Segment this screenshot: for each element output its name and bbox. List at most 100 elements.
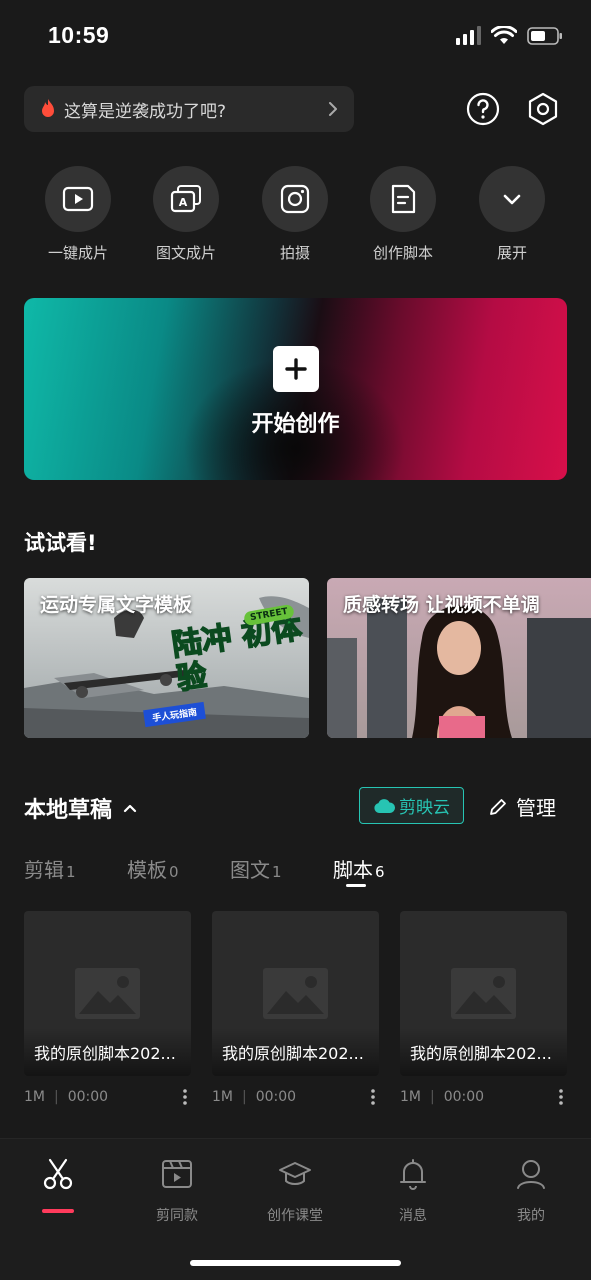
cellular-signal-icon	[456, 26, 481, 45]
tab-count: 1	[66, 863, 76, 881]
meta-separator: |	[430, 1089, 435, 1105]
more-vertical-icon[interactable]	[367, 1087, 379, 1107]
template-card-transition[interactable]: 质感转场 让视频不单调	[327, 578, 591, 738]
nav-item-classroom[interactable]: 创作课堂	[245, 1157, 345, 1225]
clapper-icon	[162, 1160, 192, 1188]
svg-text:A: A	[179, 196, 188, 209]
draft-size: 1M	[24, 1089, 45, 1105]
image-placeholder-icon	[75, 968, 140, 1019]
cloud-icon	[374, 798, 395, 813]
quick-actions: 一键成片 A 图文成片 拍摄 创作脚本 展开	[0, 166, 591, 266]
manage-button[interactable]: 管理	[488, 792, 556, 821]
edit-pencil-icon	[490, 798, 506, 815]
active-nav-indicator	[42, 1209, 74, 1213]
nav-item-edit[interactable]	[8, 1157, 108, 1205]
quick-action-script[interactable]: 创作脚本	[358, 166, 448, 263]
wifi-icon	[491, 26, 517, 44]
status-icons	[455, 26, 563, 46]
draft-thumbnail: 我的原创脚本202...	[212, 911, 379, 1076]
quick-action-label: 图文成片	[155, 244, 216, 262]
cloud-button[interactable]: 剪映云	[359, 787, 464, 824]
tab-label: 模板	[127, 858, 167, 882]
draft-item[interactable]: 我的原创脚本202... 1M | 00:00	[24, 911, 191, 1105]
local-drafts-title: 本地草稿	[24, 798, 113, 823]
quick-action-label: 拍摄	[279, 244, 310, 262]
draft-meta: 1M | 00:00	[400, 1089, 567, 1105]
tab-count: 0	[169, 863, 179, 881]
cloud-button-label: 剪映云	[399, 798, 450, 818]
meta-separator: |	[242, 1089, 247, 1105]
battery-icon	[527, 27, 562, 45]
plus-icon	[273, 346, 319, 392]
draft-thumbnail: 我的原创脚本202...	[400, 911, 567, 1076]
scissors-icon	[43, 1158, 73, 1190]
settings-icon[interactable]	[526, 92, 560, 126]
draft-name: 我的原创脚本202...	[400, 1028, 567, 1076]
bell-icon	[400, 1159, 426, 1190]
quick-action-shoot[interactable]: 拍摄	[250, 166, 340, 263]
graduation-cap-icon	[279, 1162, 311, 1185]
chevron-down-icon	[503, 194, 521, 205]
start-create-label: 开始创作	[251, 412, 340, 437]
fire-icon	[42, 99, 54, 117]
tab-label: 剪辑	[24, 858, 64, 882]
status-time: 10:59	[48, 22, 110, 48]
user-icon	[517, 1160, 545, 1189]
chevron-right-icon	[329, 102, 337, 116]
tab-label: 图文	[230, 858, 270, 882]
nav-item-templates[interactable]: 剪同款	[127, 1157, 227, 1225]
quick-action-one-click[interactable]: 一键成片	[33, 166, 123, 263]
draft-size: 1M	[212, 1089, 233, 1105]
draft-tabs: 剪辑 1 模板 0 图文 1 脚本 6	[24, 854, 584, 894]
image-placeholder-icon	[263, 968, 328, 1019]
nav-label: 消息	[399, 1208, 427, 1224]
nav-label: 我的	[517, 1208, 545, 1224]
script-doc-icon	[391, 184, 416, 214]
nav-label: 剪同款	[156, 1208, 198, 1224]
draft-item[interactable]: 我的原创脚本202... 1M | 00:00	[400, 911, 567, 1105]
trending-search-bar[interactable]: 这算是逆袭成功了吧?	[24, 86, 354, 132]
bottom-navigation: 剪同款 创作课堂 消息 我的	[0, 1138, 591, 1280]
nav-label: 创作课堂	[267, 1208, 323, 1224]
draft-meta: 1M | 00:00	[24, 1089, 191, 1105]
active-tab-indicator	[346, 884, 366, 887]
meta-separator: |	[54, 1089, 59, 1105]
draft-item[interactable]: 我的原创脚本202... 1M | 00:00	[212, 911, 379, 1105]
tab-edit[interactable]: 剪辑 1	[24, 854, 76, 883]
draft-size: 1M	[400, 1089, 421, 1105]
more-vertical-icon[interactable]	[179, 1087, 191, 1107]
tab-label: 脚本	[333, 858, 373, 882]
tab-script[interactable]: 脚本 6	[333, 854, 385, 883]
template-card-sports-text[interactable]: 陆冲 初体验 STREET 手人玩指南 运动专属文字模板	[24, 578, 309, 738]
quick-action-text-to-video[interactable]: A 图文成片	[141, 166, 231, 263]
chevron-up-icon	[123, 804, 137, 813]
tab-template[interactable]: 模板 0	[127, 854, 179, 883]
draft-duration: 00:00	[67, 1089, 109, 1105]
quick-action-label: 创作脚本	[372, 244, 433, 262]
quick-action-label: 一键成片	[47, 244, 108, 262]
start-create-button[interactable]: 开始创作	[24, 298, 567, 480]
nav-item-profile[interactable]: 我的	[481, 1157, 581, 1225]
card-title: 运动专属文字模板	[40, 594, 193, 616]
tab-count: 6	[375, 863, 385, 881]
more-vertical-icon[interactable]	[555, 1087, 567, 1107]
status-bar: 10:59	[0, 0, 591, 72]
quick-action-expand[interactable]: 展开	[467, 166, 557, 263]
quick-action-label: 展开	[496, 244, 527, 262]
image-placeholder-icon	[451, 968, 516, 1019]
play-square-icon	[62, 186, 94, 212]
tab-image-text[interactable]: 图文 1	[230, 854, 282, 883]
home-indicator	[190, 1260, 401, 1266]
trending-search-text: 这算是逆袭成功了吧?	[64, 101, 227, 122]
card-title: 质感转场 让视频不单调	[343, 594, 540, 616]
draft-name: 我的原创脚本202...	[212, 1028, 379, 1076]
try-section-title: 试试看!	[24, 531, 97, 555]
draft-meta: 1M | 00:00	[212, 1089, 379, 1105]
manage-label: 管理	[516, 796, 556, 820]
text-to-video-icon: A	[170, 185, 201, 213]
help-icon[interactable]	[466, 92, 500, 126]
camera-icon	[280, 184, 310, 214]
local-drafts-header[interactable]: 本地草稿	[24, 792, 138, 824]
nav-item-messages[interactable]: 消息	[363, 1157, 463, 1225]
draft-thumbnail: 我的原创脚本202...	[24, 911, 191, 1076]
